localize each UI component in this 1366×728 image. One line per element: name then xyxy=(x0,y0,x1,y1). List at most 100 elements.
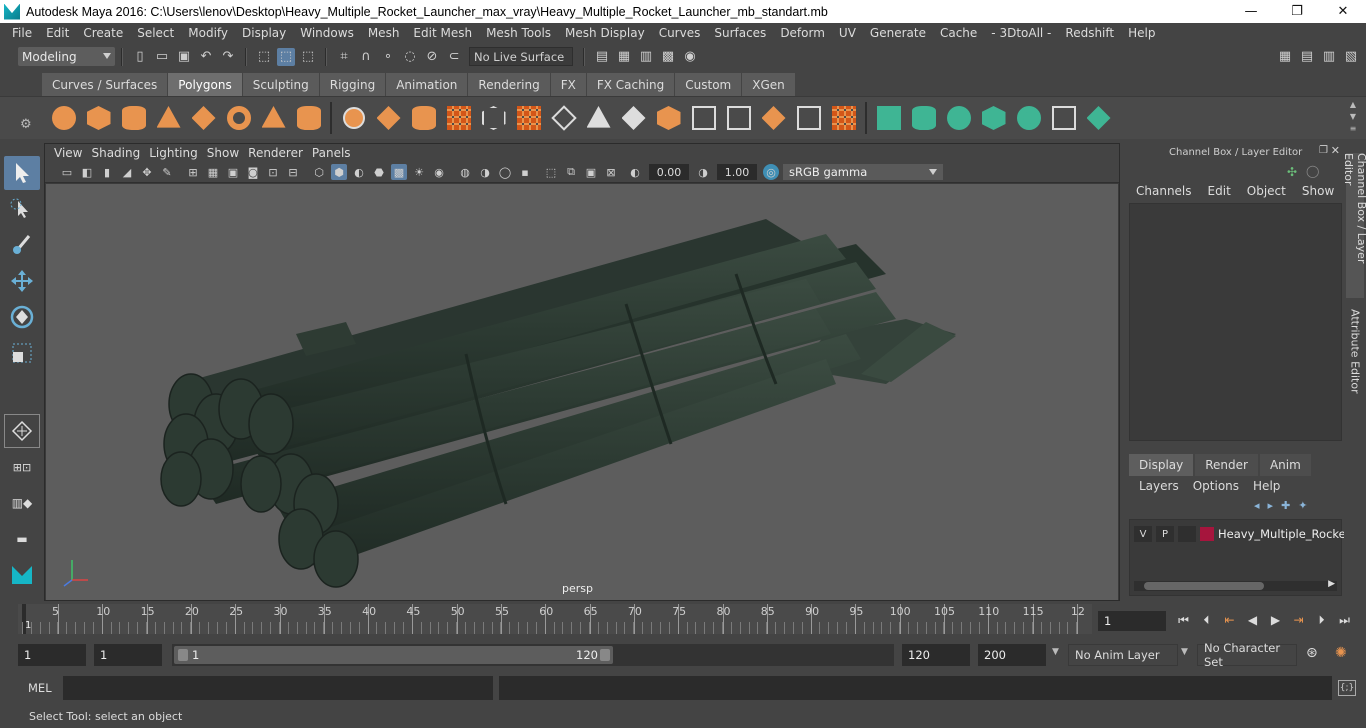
wireframe-icon[interactable]: ⬡ xyxy=(311,164,327,180)
poly-sphere-icon[interactable] xyxy=(46,101,81,135)
layers-menu[interactable]: Layers xyxy=(1139,479,1179,493)
playback-start-field[interactable]: 1 xyxy=(94,644,162,666)
shelf-tab-rigging[interactable]: Rigging xyxy=(319,73,386,96)
offset-edge-loop-icon[interactable] xyxy=(651,101,686,135)
layer-list-scrollbar[interactable]: ▶ xyxy=(1134,579,1337,591)
anim-preferences-icon[interactable]: ✺ xyxy=(1335,645,1347,661)
ambient-occlusion-icon[interactable]: ◍ xyxy=(457,164,473,180)
gamma-icon[interactable]: ◑ xyxy=(695,164,711,180)
panel-menu-renderer[interactable]: Renderer xyxy=(248,146,312,160)
new-scene-icon[interactable]: ▯ xyxy=(131,48,149,66)
menu-deform[interactable]: Deform xyxy=(773,26,832,40)
symmetry-icon[interactable] xyxy=(1081,101,1116,135)
tab-anim[interactable]: Anim xyxy=(1259,454,1311,476)
wireframe-on-shaded-icon[interactable]: ◐ xyxy=(351,164,367,180)
menu-uv[interactable]: UV xyxy=(832,26,863,40)
poke-icon[interactable] xyxy=(826,101,861,135)
safe-action-icon[interactable]: ⊟ xyxy=(285,164,301,180)
channel-box-area[interactable] xyxy=(1129,203,1342,441)
ipr-render-icon[interactable]: ▥ xyxy=(637,48,655,66)
move-layer-up-icon[interactable]: ◂ xyxy=(1254,499,1260,512)
gamma-field[interactable]: 1.00 xyxy=(717,164,757,180)
range-slider[interactable]: 1 120 xyxy=(172,644,894,666)
maya-home-icon[interactable] xyxy=(4,558,40,592)
lasso-tool[interactable] xyxy=(4,192,40,226)
panel-menu-panels[interactable]: Panels xyxy=(312,146,360,160)
bridge-icon[interactable] xyxy=(511,101,546,135)
menu-modify[interactable]: Modify xyxy=(181,26,235,40)
film-gate-icon[interactable]: ▦ xyxy=(205,164,221,180)
menu-display[interactable]: Display xyxy=(235,26,293,40)
single-perspective-layout-button[interactable] xyxy=(4,414,40,448)
poly-cube-icon[interactable] xyxy=(81,101,116,135)
step-forward-key-icon[interactable]: ⇥ xyxy=(1287,610,1310,630)
close-button[interactable]: ✕ xyxy=(1320,0,1366,23)
target-weld-icon[interactable] xyxy=(721,101,756,135)
layer-visibility-toggle[interactable]: V xyxy=(1134,526,1152,542)
separate-icon[interactable] xyxy=(371,101,406,135)
menu-file[interactable]: File xyxy=(5,26,39,40)
panel-menu-show[interactable]: Show xyxy=(207,146,248,160)
script-editor-icon[interactable]: {;} xyxy=(1338,680,1356,696)
grid-icon[interactable]: ⊞ xyxy=(185,164,201,180)
snap-magnet-icon[interactable]: ⊂ xyxy=(445,48,463,66)
isolate-select-icon[interactable]: ⬚ xyxy=(543,164,559,180)
step-forward-frame-icon[interactable]: ⏵ xyxy=(1310,610,1333,630)
edit-menu[interactable]: Edit xyxy=(1208,184,1231,198)
automatic-uv-icon[interactable] xyxy=(976,101,1011,135)
select-tool[interactable] xyxy=(4,156,40,190)
undo-icon[interactable]: ↶ xyxy=(197,48,215,66)
range-slider-handle[interactable] xyxy=(174,646,613,664)
layer-color-swatch[interactable] xyxy=(1200,527,1214,541)
chevron-down-icon[interactable]: ▼ xyxy=(1181,647,1188,657)
shelf-tab-polygons[interactable]: Polygons xyxy=(168,73,242,96)
four-view-layout-button[interactable]: ⊞⊡ xyxy=(4,450,40,484)
chevron-up-icon[interactable]: ▲ xyxy=(1350,99,1356,111)
shadows-icon[interactable]: ☀ xyxy=(411,164,427,180)
minimize-button[interactable]: — xyxy=(1228,0,1274,23)
uv-editor-icon[interactable] xyxy=(1046,101,1081,135)
panel-menu-view[interactable]: View xyxy=(54,146,91,160)
hud-icon[interactable]: ⊠ xyxy=(603,164,619,180)
toggle-attribute-icon[interactable]: ▥ xyxy=(1320,48,1338,66)
step-back-frame-icon[interactable]: ⏴ xyxy=(1195,610,1218,630)
menu-mesh-display[interactable]: Mesh Display xyxy=(558,26,652,40)
play-forwards-icon[interactable]: ▶ xyxy=(1264,610,1287,630)
smooth-icon[interactable] xyxy=(441,101,476,135)
menu-select[interactable]: Select xyxy=(130,26,181,40)
animation-end-field[interactable]: 200 xyxy=(978,644,1046,666)
render-frame-icon[interactable]: ▤ xyxy=(593,48,611,66)
go-to-start-icon[interactable]: ⏮ xyxy=(1172,610,1195,630)
new-layer-icon[interactable]: ✚ xyxy=(1281,499,1290,512)
poly-cone-icon[interactable] xyxy=(151,101,186,135)
gate-mask-icon[interactable]: ◙ xyxy=(245,164,261,180)
grease-pencil-icon[interactable]: ✎ xyxy=(159,164,175,180)
layer-playback-toggle[interactable]: P xyxy=(1156,526,1174,542)
animation-start-field[interactable]: 1 xyxy=(18,644,86,666)
channel-box-options-icon[interactable]: ◯ xyxy=(1306,164,1319,178)
command-input[interactable] xyxy=(63,676,493,700)
menu-windows[interactable]: Windows xyxy=(293,26,361,40)
anti-aliasing-icon[interactable]: ◯ xyxy=(497,164,513,180)
shelf-tab-animation[interactable]: Animation xyxy=(386,73,468,96)
scale-tool[interactable] xyxy=(4,336,40,370)
planar-uv-icon[interactable] xyxy=(871,101,906,135)
go-to-end-icon[interactable]: ⏭ xyxy=(1333,610,1356,630)
chevron-down-icon[interactable]: ▼ xyxy=(1052,647,1059,657)
scrollbar-thumb[interactable] xyxy=(1144,582,1264,590)
spherical-uv-icon[interactable] xyxy=(941,101,976,135)
two-pane-layout-button[interactable]: ▥◆ xyxy=(4,486,40,520)
move-layer-down-icon[interactable]: ▸ xyxy=(1268,499,1274,512)
field-chart-icon[interactable]: ⊡ xyxy=(265,164,281,180)
multi-cut-icon[interactable] xyxy=(581,101,616,135)
auto-key-icon[interactable]: ⊛ xyxy=(1306,645,1318,661)
snap-live-icon[interactable]: ⊘ xyxy=(423,48,441,66)
restore-button[interactable]: ❐ xyxy=(1274,0,1320,23)
xray-joints-icon[interactable]: ⧉ xyxy=(563,164,579,180)
range-start-knob[interactable] xyxy=(178,649,188,661)
shelf-tab-fx-caching[interactable]: FX Caching xyxy=(586,73,675,96)
scroll-right-icon[interactable]: ▶ xyxy=(1328,579,1335,589)
menu-cache[interactable]: Cache xyxy=(933,26,984,40)
resolution-gate-icon[interactable]: ▣ xyxy=(225,164,241,180)
poly-pipe-icon[interactable] xyxy=(291,101,326,135)
